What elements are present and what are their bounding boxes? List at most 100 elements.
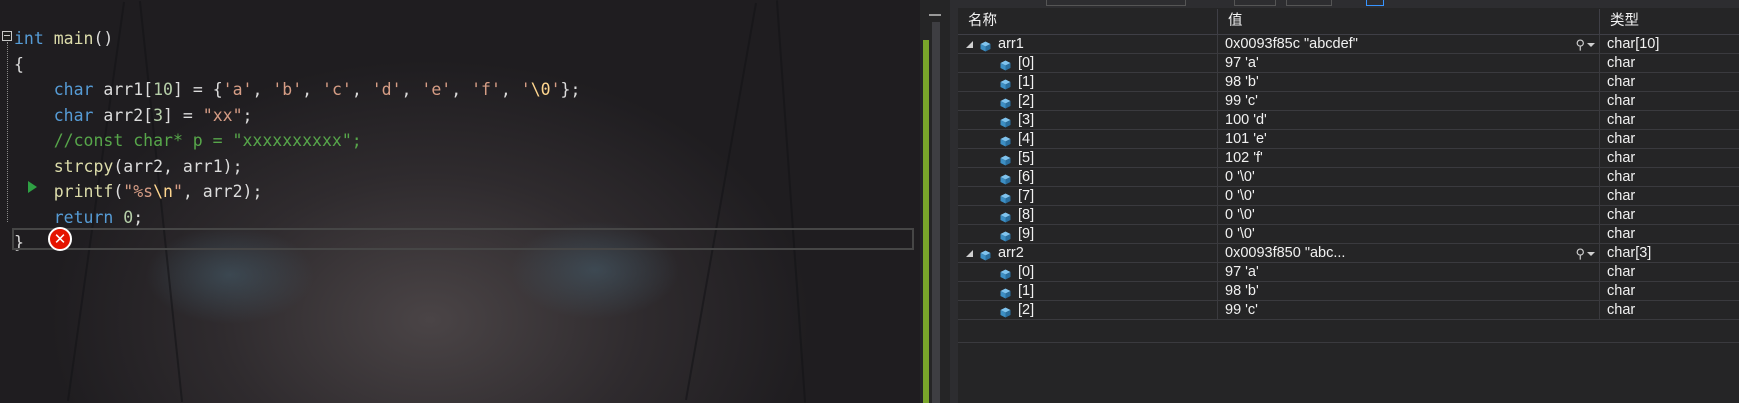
watch-variable-name: [0] [1018,55,1035,71]
watch-name-cell[interactable]: [0] [958,54,1218,73]
code-line[interactable]: char arr2[3] = "xx"; [14,103,580,129]
column-header-type[interactable]: 类型 [1600,9,1739,34]
toolbar-field-fragment[interactable] [1286,0,1332,6]
watch-row-child[interactable]: [4] 101 'e' char [958,130,1739,149]
variable-cube-icon [1000,152,1011,166]
collapse-toggle[interactable] [2,31,12,41]
watch-type-cell: char [1607,93,1636,109]
chevron-down-icon[interactable] [1587,252,1595,256]
watch-variable-name: [5] [1018,150,1035,166]
watch-name-cell[interactable]: [6] [958,168,1218,187]
watch-value-text: 98 'b' [1225,283,1259,299]
watch-row-child[interactable]: [0] 97 'a' char [958,263,1739,282]
code-editor[interactable]: int main(){ char arr1[10] = {'a', 'b', '… [0,0,920,403]
code-line[interactable]: strcpy(arr2, arr1); [14,154,580,180]
watch-name-cell[interactable]: [4] [958,130,1218,149]
toolbar-button-fragment[interactable] [1366,0,1384,6]
watch-value-cell[interactable]: 0 '\0' [1218,206,1600,225]
watch-row-child[interactable]: [9] 0 '\0' char [958,225,1739,244]
watch-row-parent[interactable]: arr1 0x0093f85c "abcdef" ⚲ char[10] [958,35,1739,54]
watch-name-cell[interactable]: arr1 [958,35,1218,54]
watch-row-child[interactable]: [2] 99 'c' char [958,92,1739,111]
code-line[interactable]: char arr1[10] = {'a', 'b', 'c', 'd', 'e'… [14,77,581,103]
watch-row-child[interactable]: [7] 0 '\0' char [958,187,1739,206]
watch-value-cell[interactable]: 0 '\0' [1218,187,1600,206]
variable-cube-icon [1000,76,1011,90]
watch-value-text: 0 '\0' [1225,207,1255,223]
code-line[interactable]: { [14,52,580,78]
search-box-fragment[interactable] [1046,0,1186,6]
watch-row-child[interactable]: [2] 99 'c' char [958,301,1739,320]
watch-row-child[interactable]: [5] 102 'f' char [958,149,1739,168]
watch-value-cell[interactable]: 99 'c' [1218,301,1600,320]
code-token: return [53,207,114,227]
watch-name-cell[interactable]: [0] [958,263,1218,282]
watch-value-cell[interactable]: 97 'a' [1218,263,1600,282]
watch-row-child[interactable]: [1] 98 'b' char [958,73,1739,92]
code-line[interactable]: //const char* p = "xxxxxxxxxx"; [14,128,580,154]
code-token: ] = { [172,80,223,99]
watch-name-cell[interactable]: [8] [958,206,1218,225]
watch-name-cell[interactable]: [1] [958,73,1218,92]
watch-variable-name: [2] [1018,93,1035,109]
code-token: 3 [153,105,164,125]
code-line[interactable]: return 0; [14,205,580,231]
watch-value-text: 0 '\0' [1225,226,1255,242]
watch-row-child[interactable]: [8] 0 '\0' char [958,206,1739,225]
watch-value-text: 0x0093f850 "abc... [1225,245,1346,261]
watch-row-child[interactable]: [1] 98 'b' char [958,282,1739,301]
watch-value-cell[interactable]: 98 'b' [1218,73,1600,92]
code-lines[interactable]: int main(){ char arr1[10] = {'a', 'b', '… [14,26,580,256]
expand-triangle-icon[interactable] [966,41,973,48]
watch-name-cell[interactable]: [2] [958,92,1218,111]
panel-splitter[interactable] [950,0,958,403]
error-x-icon[interactable]: ✕ [48,227,72,251]
watch-toolbar [958,0,1739,8]
code-line[interactable]: int main() [14,26,580,52]
scope-guide-line [7,42,8,222]
watch-value-cell[interactable]: 0 '\0' [1218,225,1600,244]
watch-name-cell[interactable]: [5] [958,149,1218,168]
watch-row-child[interactable]: [6] 0 '\0' char [958,168,1739,187]
scroll-up-button[interactable] [929,14,941,16]
watch-value-cell[interactable]: 101 'e' [1218,130,1600,149]
watch-value-cell[interactable]: 0 '\0' [1218,168,1600,187]
watch-name-cell[interactable]: [7] [958,187,1218,206]
code-token: , [500,80,521,99]
watch-value-cell[interactable]: 99 'c' [1218,92,1600,111]
magnifier-icon[interactable]: ⚲ [1575,244,1585,263]
watch-value-cell[interactable]: 0x0093f850 "abc... ⚲ [1218,244,1600,263]
magnifier-icon[interactable]: ⚲ [1575,35,1585,54]
watch-name-cell[interactable]: [1] [958,282,1218,301]
variable-cube-icon [980,38,991,52]
column-header-value[interactable]: 值 [1218,9,1600,34]
watch-variable-name: [6] [1018,169,1035,185]
watch-row-parent[interactable]: arr2 0x0093f850 "abc... ⚲ char[3] [958,244,1739,263]
variable-cube-icon [1000,190,1011,204]
code-token: , [252,80,273,99]
watch-value-cell[interactable]: 0x0093f85c "abcdef" ⚲ [1218,35,1600,54]
watch-name-cell[interactable]: [3] [958,111,1218,130]
scroll-thumb[interactable] [932,22,940,403]
watch-row-child[interactable]: [3] 100 'd' char [958,111,1739,130]
search-depth-fragment[interactable] [1234,0,1276,6]
next-statement-arrow-icon [28,181,37,193]
watch-value-cell[interactable]: 97 'a' [1218,54,1600,73]
watch-name-cell[interactable]: arr2 [958,244,1218,263]
watch-name-cell[interactable]: [2] [958,301,1218,320]
code-line[interactable]: printf("%s\n", arr2); [14,179,580,205]
watch-value-cell[interactable]: 100 'd' [1218,111,1600,130]
watch-row-child[interactable]: [0] 97 'a' char [958,54,1739,73]
code-token: ' [550,80,561,99]
watch-value-cell[interactable]: 98 'b' [1218,282,1600,301]
chevron-down-icon[interactable] [1587,43,1595,47]
expand-triangle-icon[interactable] [966,250,973,257]
watch-value-cell[interactable]: 102 'f' [1218,149,1600,168]
column-header-name[interactable]: 名称 [958,9,1218,34]
watch-variable-name: [3] [1018,112,1035,128]
watch-variable-name: [8] [1018,207,1035,223]
watch-type-cell: char [1607,169,1636,185]
watch-variable-name: arr1 [998,36,1024,52]
watch-name-cell[interactable]: [9] [958,225,1218,244]
